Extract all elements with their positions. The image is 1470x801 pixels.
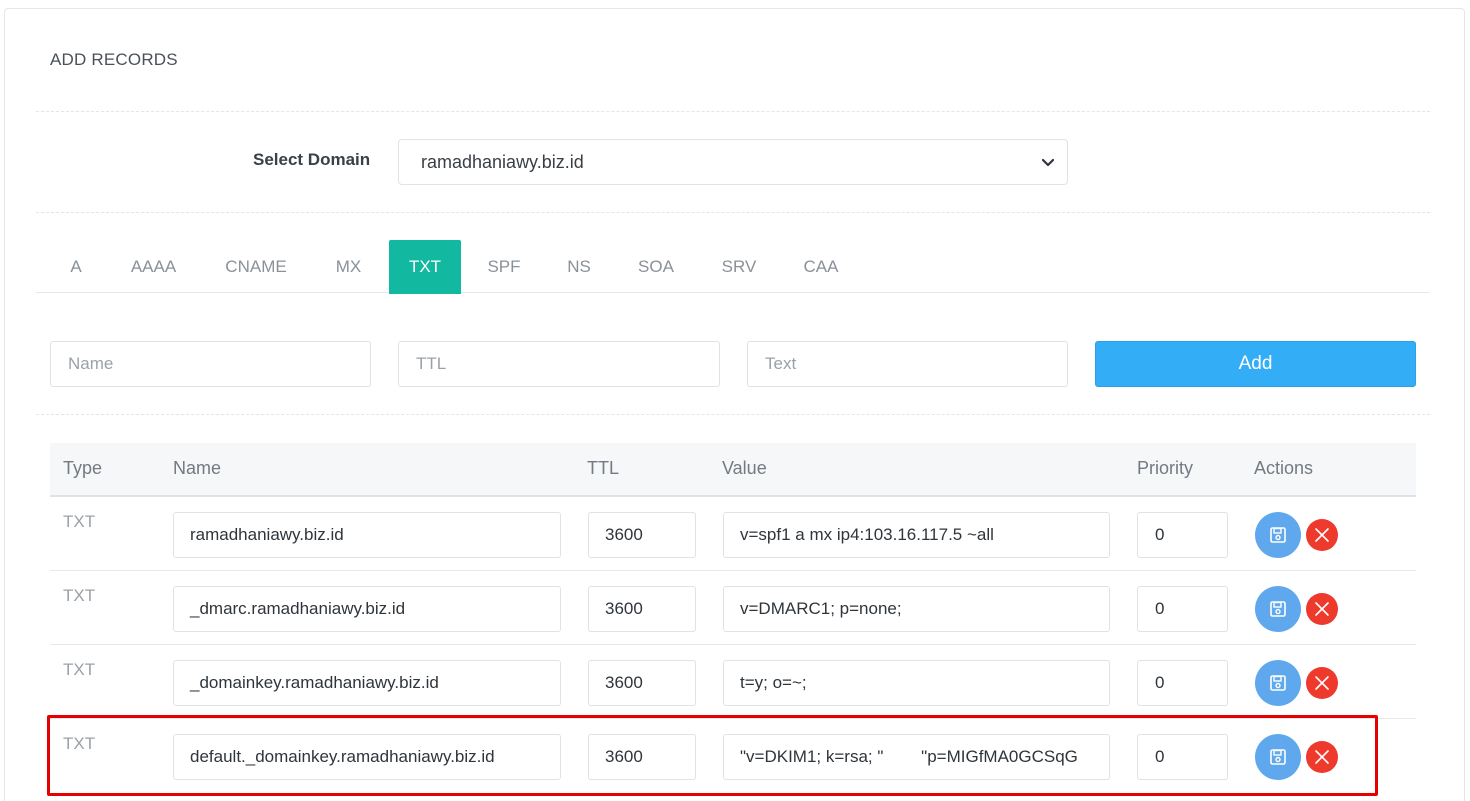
record-value-field[interactable]: v=spf1 a mx ip4:103.16.117.5 ~all [723,512,1110,558]
record-ttl-field[interactable]: 3600 [588,586,696,632]
tab-label: A [70,257,82,276]
tab-cname[interactable]: CNAME [216,240,296,294]
close-icon [1315,528,1329,542]
column-header-actions: Actions [1254,458,1314,478]
chevron-down-icon [1041,158,1055,167]
record-value-field[interactable]: t=y; o=~; [723,660,1110,706]
tab-mx[interactable]: MX [326,240,371,294]
select-domain-label: Select Domain [253,150,371,169]
table-row: TXT _domainkey.ramadhaniawy.biz.id 3600 … [50,645,1416,719]
text-input[interactable]: Text [747,341,1068,387]
delete-button[interactable] [1306,593,1338,625]
tab-a[interactable]: A [56,240,96,294]
record-name-field[interactable]: default._domainkey.ramadhaniawy.biz.id [173,734,561,780]
record-value-field[interactable]: "v=DKIM1; k=rsa; " "p=MIGfMA0GCSqG [723,734,1110,780]
save-button[interactable] [1255,586,1301,632]
delete-button[interactable] [1306,519,1338,551]
tab-spf[interactable]: SPF [479,240,529,294]
record-ttl-field[interactable]: 3600 [588,512,696,558]
ttl-placeholder: TTL [416,354,447,373]
tab-soa[interactable]: SOA [631,240,681,294]
domain-select[interactable]: ramadhaniawy.biz.id [398,139,1068,185]
record-type: TXT [63,512,96,531]
tab-label: SRV [721,257,757,276]
record-type: TXT [63,660,96,679]
record-type: TXT [63,586,96,605]
record-priority-field[interactable]: 0 [1137,586,1228,632]
floppy-disk-icon [1270,527,1286,543]
column-header-name: Name [173,458,222,478]
save-button[interactable] [1255,660,1301,706]
tab-caa[interactable]: CAA [796,240,846,294]
tab-txt[interactable]: TXT [389,240,461,294]
save-button[interactable] [1255,512,1301,558]
tab-label: MX [335,257,362,276]
tab-srv[interactable]: SRV [714,240,764,294]
text-placeholder: Text [765,354,797,373]
ttl-input[interactable]: TTL [398,341,720,387]
table-header: Type Name TTL Value Priority Actions [50,443,1416,497]
tab-label: SOA [638,257,674,276]
tab-label: CAA [803,257,839,276]
record-name-field[interactable]: _domainkey.ramadhaniawy.biz.id [173,660,561,706]
add-button[interactable]: Add [1095,341,1416,387]
column-header-priority: Priority [1137,458,1194,478]
record-priority-field[interactable]: 0 [1137,512,1228,558]
record-ttl-field[interactable]: 3600 [588,734,696,780]
column-header-ttl: TTL [587,458,620,478]
tab-label: TXT [408,257,442,276]
floppy-disk-icon [1270,675,1286,691]
table-row: TXT _dmarc.ramadhaniawy.biz.id 3600 v=DM… [50,571,1416,645]
tab-label: AAAA [130,257,177,276]
domain-select-value: ramadhaniawy.biz.id [421,151,584,172]
tab-aaaa[interactable]: AAAA [121,240,186,294]
record-type-tabs: A AAAA CNAME MX TXT SPF NS SOA SRV CAA [36,240,1430,294]
divider [36,212,1430,213]
column-header-value: Value [722,458,767,478]
record-priority-field[interactable]: 0 [1137,660,1228,706]
delete-button[interactable] [1306,667,1338,699]
record-name-field[interactable]: ramadhaniawy.biz.id [173,512,561,558]
table-row: TXT ramadhaniawy.biz.id 3600 v=spf1 a mx… [50,497,1416,571]
record-type: TXT [63,734,96,753]
tab-label: CNAME [225,257,287,276]
record-value-field[interactable]: v=DMARC1; p=none; [723,586,1110,632]
save-button[interactable] [1255,734,1301,780]
card-title: ADD RECORDS [50,50,178,69]
record-priority-field[interactable]: 0 [1137,734,1228,780]
floppy-disk-icon [1270,601,1286,617]
close-icon [1315,750,1329,764]
delete-button[interactable] [1306,741,1338,773]
tab-ns[interactable]: NS [558,240,600,294]
close-icon [1315,602,1329,616]
tab-label: SPF [487,257,521,276]
record-ttl-field[interactable]: 3600 [588,660,696,706]
name-input[interactable]: Name [50,341,371,387]
name-placeholder: Name [68,354,114,373]
table-row: TXT default._domainkey.ramadhaniawy.biz.… [50,719,1416,793]
divider [36,414,1430,415]
column-header-type: Type [63,458,103,478]
floppy-disk-icon [1270,749,1286,765]
tab-label: NS [567,257,591,276]
close-icon [1315,676,1329,690]
divider [36,111,1430,112]
record-name-field[interactable]: _dmarc.ramadhaniawy.biz.id [173,586,561,632]
